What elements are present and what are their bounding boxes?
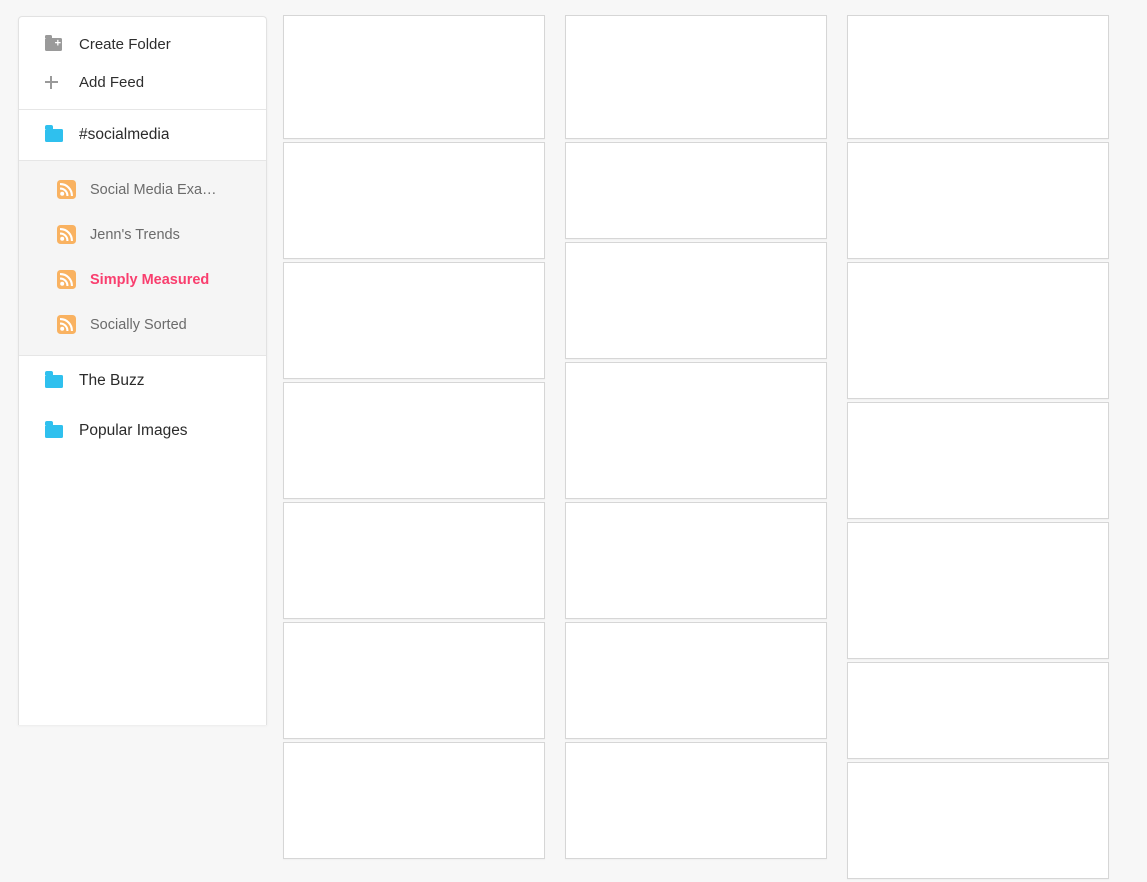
folder-plus-icon bbox=[45, 34, 79, 51]
article-card[interactable] bbox=[565, 15, 827, 139]
folder-icon bbox=[45, 125, 79, 142]
folder-the-buzz-label: The Buzz bbox=[79, 372, 145, 389]
article-card[interactable] bbox=[847, 522, 1109, 659]
feed-label: Jenn's Trends bbox=[90, 226, 180, 243]
rss-icon bbox=[57, 315, 90, 334]
sidebar-feed-jenns-trends[interactable]: Jenn's Trends bbox=[19, 212, 266, 257]
sidebar-folder-the-buzz[interactable]: The Buzz bbox=[19, 356, 266, 406]
article-card[interactable] bbox=[847, 662, 1109, 759]
feed-label: Social Media Exa… bbox=[90, 181, 217, 198]
sidebar-feed-social-media-examiner[interactable]: Social Media Exa… bbox=[19, 167, 266, 212]
article-card[interactable] bbox=[847, 762, 1109, 879]
article-column bbox=[565, 15, 827, 862]
article-card[interactable] bbox=[283, 382, 545, 499]
rss-icon bbox=[57, 225, 90, 244]
article-card[interactable] bbox=[283, 742, 545, 859]
article-card[interactable] bbox=[847, 142, 1109, 259]
article-card[interactable] bbox=[283, 262, 545, 379]
article-card[interactable] bbox=[565, 622, 827, 739]
article-card[interactable] bbox=[565, 142, 827, 239]
article-card[interactable] bbox=[283, 142, 545, 259]
folder-socialmedia-label: #socialmedia bbox=[79, 126, 170, 143]
feed-label: Socially Sorted bbox=[90, 316, 187, 333]
article-card[interactable] bbox=[847, 15, 1109, 139]
other-folders-section: The Buzz Popular Images bbox=[19, 356, 266, 456]
article-card[interactable] bbox=[565, 502, 827, 619]
feed-label: Simply Measured bbox=[90, 271, 210, 288]
feed-list: Social Media Exa… Jenn's Trends Simply M… bbox=[19, 161, 266, 356]
article-card[interactable] bbox=[283, 15, 545, 139]
article-card[interactable] bbox=[847, 262, 1109, 399]
sidebar: Create Folder Add Feed #socialmedia Soci… bbox=[18, 16, 267, 725]
sidebar-feed-socially-sorted[interactable]: Socially Sorted bbox=[19, 302, 266, 347]
folder-popular-images-label: Popular Images bbox=[79, 422, 188, 439]
folder-icon bbox=[45, 371, 79, 388]
article-column bbox=[283, 15, 545, 862]
plus-icon bbox=[45, 75, 79, 89]
add-feed-label: Add Feed bbox=[79, 73, 145, 91]
article-card[interactable] bbox=[847, 402, 1109, 519]
sidebar-feed-simply-measured[interactable]: Simply Measured bbox=[19, 257, 266, 302]
article-card[interactable] bbox=[283, 502, 545, 619]
article-card[interactable] bbox=[283, 622, 545, 739]
article-card[interactable] bbox=[565, 242, 827, 359]
article-grid bbox=[283, 15, 1113, 879]
article-column bbox=[847, 15, 1109, 882]
create-folder-button[interactable]: Create Folder bbox=[19, 25, 266, 63]
rss-icon bbox=[57, 180, 90, 199]
article-card[interactable] bbox=[565, 362, 827, 499]
sidebar-actions-section: Create Folder Add Feed bbox=[19, 25, 266, 110]
sidebar-folder-socialmedia[interactable]: #socialmedia bbox=[19, 110, 266, 160]
rss-icon bbox=[57, 270, 90, 289]
create-folder-label: Create Folder bbox=[79, 35, 171, 53]
article-card[interactable] bbox=[565, 742, 827, 859]
add-feed-button[interactable]: Add Feed bbox=[19, 63, 266, 101]
folder-socialmedia-section: #socialmedia bbox=[19, 110, 266, 161]
sidebar-folder-popular-images[interactable]: Popular Images bbox=[19, 406, 266, 456]
folder-icon bbox=[45, 421, 79, 438]
